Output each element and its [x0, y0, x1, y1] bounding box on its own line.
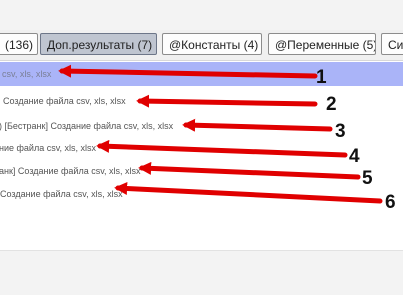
- list-item[interactable]: Создание файла csv, xls, xlsx: [0, 183, 403, 205]
- results-list: csv, xls, xlsx ] Создание файла csv, xls…: [0, 62, 403, 202]
- list-item-text: ] Создание файла csv, xls, xlsx: [0, 96, 126, 106]
- list-item-text: ние файла csv, xls, xlsx: [0, 143, 97, 153]
- results-panel: (136) Доп.результаты (7) @Константы (4) …: [0, 0, 403, 250]
- tab-additional-results[interactable]: Доп.результаты (7): [40, 33, 157, 55]
- tab-variables[interactable]: @Переменные (5): [268, 33, 376, 55]
- list-item-text: csv, xls, xlsx: [2, 69, 52, 79]
- list-item[interactable]: ) [Бестранк] Создание файла csv, xls, xl…: [0, 115, 403, 137]
- list-item[interactable]: анк] Создание файла csv, xls, xlsx: [0, 160, 403, 182]
- list-item-text: Создание файла csv, xls, xlsx: [0, 189, 123, 199]
- tab-bar: (136) Доп.результаты (7) @Константы (4) …: [0, 30, 403, 61]
- tab-cut-off[interactable]: Си: [381, 33, 403, 55]
- tab-constants[interactable]: @Константы (4): [162, 33, 262, 55]
- list-item[interactable]: csv, xls, xlsx: [0, 62, 403, 86]
- status-area: [0, 250, 403, 295]
- list-item[interactable]: ] Создание файла csv, xls, xlsx: [0, 90, 403, 112]
- list-item-text: анк] Создание файла csv, xls, xlsx: [0, 166, 141, 176]
- toolbar-strip: [0, 0, 403, 30]
- list-item-text: ) [Бестранк] Создание файла csv, xls, xl…: [0, 121, 174, 131]
- tab-results-count[interactable]: (136): [0, 33, 38, 55]
- list-item[interactable]: ние файла csv, xls, xlsx: [0, 137, 403, 159]
